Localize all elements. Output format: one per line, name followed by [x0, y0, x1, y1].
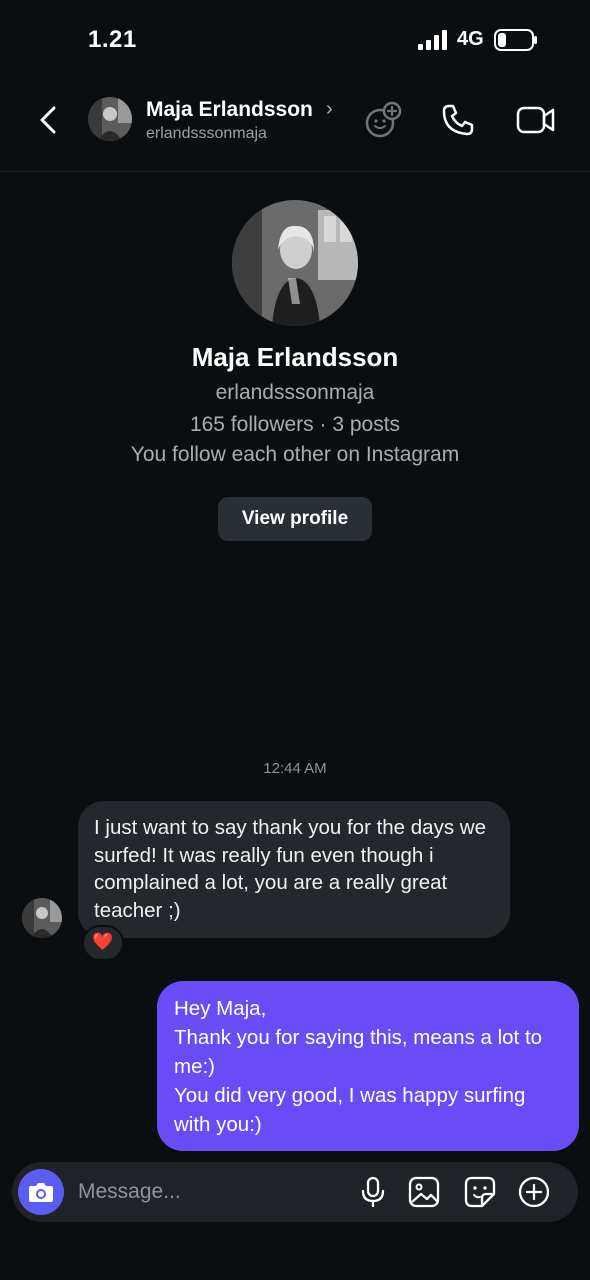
gallery-icon[interactable]	[408, 1176, 440, 1208]
camera-icon	[29, 1183, 53, 1202]
message-composer	[12, 1162, 578, 1222]
header-username: erlandsssonmaja	[146, 125, 267, 142]
status-time: 1.21	[88, 26, 137, 53]
profile-name: Maja Erlandsson	[191, 342, 399, 372]
profile-username: erlandsssonmaja	[215, 381, 375, 404]
profile-avatar[interactable]	[232, 200, 358, 326]
plus-icon[interactable]	[518, 1176, 550, 1208]
chat-header: Maja Erlandsson › erlandsssonmaja	[0, 80, 590, 172]
header-name[interactable]: Maja Erlandsson	[146, 98, 313, 122]
outgoing-message[interactable]: Hey Maja, Thank you for saying this, mea…	[157, 981, 579, 1151]
phone-icon[interactable]	[440, 102, 476, 138]
avatar[interactable]	[88, 97, 132, 141]
message-timestamp: 12:44 AM	[263, 760, 327, 777]
network-label: 4G	[457, 28, 484, 50]
mic-icon[interactable]	[358, 1176, 388, 1208]
sender-avatar[interactable]	[22, 898, 62, 938]
heart-reaction-icon[interactable]: ❤️	[82, 925, 124, 961]
status-bar: 1.21 4G	[0, 0, 590, 80]
sticker-icon[interactable]	[464, 1176, 496, 1208]
battery-icon	[494, 29, 538, 51]
back-icon[interactable]	[36, 102, 64, 138]
emoji-icon[interactable]	[364, 100, 404, 140]
camera-button[interactable]	[18, 1169, 64, 1215]
video-icon[interactable]	[516, 104, 556, 136]
view-profile-button[interactable]: View profile	[218, 497, 372, 541]
mutual-follow-text: You follow each other on Instagram	[130, 443, 460, 466]
profile-stats: 165 followers · 3 posts	[189, 413, 401, 436]
message-input[interactable]	[78, 1162, 348, 1222]
incoming-message[interactable]: I just want to say thank you for the day…	[78, 801, 510, 938]
signal-icon	[418, 30, 448, 50]
chevron-right-icon[interactable]: ›	[326, 98, 333, 121]
